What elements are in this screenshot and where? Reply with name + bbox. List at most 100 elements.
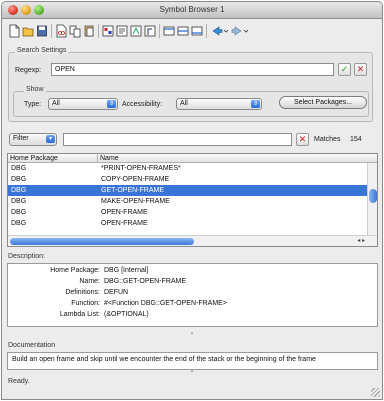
table-header: Home Package Name [8, 154, 377, 163]
title-bar[interactable]: Symbol Browser 1 [2, 2, 382, 19]
cell-package: DBG [11, 198, 27, 205]
new-icon[interactable] [8, 24, 20, 38]
cell-name: GET-OPEN-FRAME [101, 187, 165, 194]
toolbar-separator [206, 24, 207, 38]
table-row[interactable]: DBG OPEN-FRAME [8, 207, 368, 218]
step-icon[interactable] [191, 24, 203, 38]
forward-icon[interactable] [230, 24, 248, 38]
cell-name: *PRINT-OPEN-FRAMES* [101, 165, 181, 172]
split-handle[interactable]: ⌃ [2, 371, 382, 377]
apply-check-button[interactable]: ✓ [338, 63, 351, 76]
accessibility-label: Accessibility: [122, 101, 163, 108]
chevron-updown-icon: ⇕ [107, 100, 116, 108]
clear-filter-button[interactable]: ✕ [296, 133, 309, 146]
cut-icon[interactable] [55, 24, 67, 38]
chevron-up-icon: ⌃ [189, 371, 195, 377]
describe-icon[interactable] [163, 24, 175, 38]
table-row[interactable]: DBG MAKE-OPEN-FRAME [8, 196, 368, 207]
filter-select[interactable]: Filter ▾ [9, 133, 57, 146]
clear-regexp-button[interactable]: ✕ [354, 63, 367, 76]
cell-package: DBG [11, 176, 27, 183]
table-horizontal-scrollbar[interactable]: ◂ ▸ [8, 235, 377, 246]
window-title: Symbol Browser 1 [159, 5, 225, 14]
field-value: #<Function DBG::GET-OPEN-FRAME> [104, 300, 227, 307]
documentation-text: Build an open frame and skip until we en… [12, 356, 316, 363]
description-field: Definitions: DEFUN [8, 289, 377, 299]
chevron-updown-icon: ⇕ [251, 100, 260, 108]
scroll-arrows-icon[interactable]: ◂ ▸ [357, 237, 365, 244]
table-vertical-scrollbar[interactable] [367, 163, 377, 235]
chevron-down-icon: ▾ [46, 135, 55, 143]
search-settings-legend: Search Settings [15, 47, 69, 54]
check-icon: ✓ [340, 64, 349, 74]
filter-label: Filter [13, 135, 29, 142]
description-field: Name: DBG::GET-OPEN-FRAME [8, 278, 377, 288]
show-legend: Show [24, 86, 46, 93]
column-header-home-package[interactable]: Home Package [8, 154, 98, 163]
documentation-panel: Build an open frame and skip until we en… [7, 352, 378, 370]
description-field: Home Package: DBG [Internal] [8, 267, 377, 277]
browse-icon[interactable] [116, 24, 128, 38]
cell-name: MAKE-OPEN-FRAME [101, 198, 170, 205]
chevron-up-icon: ⌃ [189, 333, 195, 339]
cell-package: DBG [11, 165, 27, 172]
field-key: Definitions: [65, 289, 100, 296]
description-title: Description: [8, 253, 45, 260]
field-key: Function: [71, 300, 100, 307]
field-value: DEFUN [104, 289, 129, 296]
symbol-browser-window: Symbol Browser 1 Search Settings Regexp:… [1, 1, 383, 400]
toolbar [6, 22, 376, 42]
accessibility-select-value: All [180, 100, 188, 107]
table-row[interactable]: DBG OPEN-FRAME [8, 218, 368, 229]
description-field: Function: #<Function DBG::GET-OPEN-FRAME… [8, 300, 377, 310]
documentation-title: Documentation [8, 342, 56, 349]
trace-icon[interactable] [177, 24, 189, 38]
status-text: Ready. [8, 378, 30, 385]
symbols-table[interactable]: Home Package Name DBG *PRINT-OPEN-FRAMES… [7, 153, 378, 247]
type-label: Type: [24, 101, 42, 108]
regexp-input[interactable] [51, 63, 334, 76]
cell-name: OPEN-FRAME [101, 209, 148, 216]
toolbar-separator [159, 24, 160, 38]
back-icon[interactable] [210, 24, 228, 38]
type-select-value: All [52, 100, 60, 107]
description-panel: Home Package: DBG [Internal] Name: DBG::… [7, 263, 378, 327]
close-icon: ✕ [356, 64, 365, 74]
cell-name: OPEN-FRAME [101, 220, 148, 227]
matches-count: 154 [350, 136, 362, 143]
toolbar-separator [51, 24, 52, 38]
class-icon[interactable] [130, 24, 142, 38]
field-value: (&OPTIONAL) [104, 311, 149, 318]
close-icon: ✕ [298, 134, 307, 144]
toolbar-separator [98, 24, 99, 38]
vertical-scroll-thumb[interactable] [369, 189, 377, 203]
open-icon[interactable] [22, 24, 34, 38]
column-header-name[interactable]: Name [98, 154, 119, 163]
cell-package: DBG [11, 209, 27, 216]
type-select[interactable]: All ⇕ [48, 98, 118, 110]
horizontal-scroll-thumb[interactable] [10, 238, 194, 245]
cell-package: DBG [11, 187, 27, 194]
matches-label: Matches [314, 136, 341, 143]
field-key: Home Package: [50, 267, 100, 274]
copy-icon[interactable] [69, 24, 81, 38]
field-value: DBG [Internal] [104, 267, 149, 274]
table-row-selected[interactable]: DBG GET-OPEN-FRAME [8, 185, 368, 196]
cell-name: COPY-OPEN-FRAME [101, 176, 170, 183]
accessibility-select[interactable]: All ⇕ [176, 98, 262, 110]
save-icon[interactable] [36, 24, 48, 38]
select-packages-button[interactable]: Select Packages... [279, 96, 367, 109]
split-handle[interactable]: ⌃ [2, 333, 382, 339]
function-icon[interactable] [144, 24, 156, 38]
regexp-label: Regexp: [15, 67, 42, 74]
field-key: Lambda List: [59, 311, 100, 318]
field-key: Name: [79, 278, 100, 285]
resize-grip-icon[interactable] [371, 388, 380, 397]
cell-package: DBG [11, 220, 27, 227]
description-field: Lambda List: (&OPTIONAL) [8, 311, 377, 321]
table-row[interactable]: DBG COPY-OPEN-FRAME [8, 174, 368, 185]
filter-input[interactable] [63, 133, 292, 146]
inspect-icon[interactable] [102, 24, 114, 38]
paste-icon[interactable] [83, 24, 95, 38]
table-row[interactable]: DBG *PRINT-OPEN-FRAMES* [8, 163, 368, 174]
